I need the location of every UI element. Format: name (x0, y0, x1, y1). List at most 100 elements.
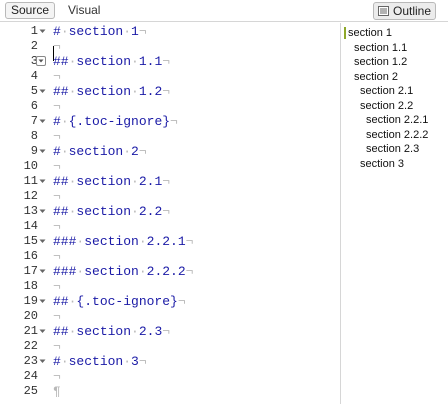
line-code[interactable]: ¬ (53, 129, 61, 144)
fold-toggle-icon[interactable] (39, 358, 46, 365)
fold-toggle-icon[interactable] (39, 328, 46, 335)
code-token: # (53, 24, 61, 39)
line-code[interactable]: ¬ (53, 279, 61, 294)
line-code[interactable]: ###·section·2.2.2¬ (53, 264, 193, 279)
line-end-marker: ¬ (53, 219, 61, 234)
code-token: ## (53, 54, 69, 69)
line-code[interactable]: ¬ (53, 309, 61, 324)
fold-toggle-icon[interactable] (36, 56, 46, 66)
fold-toggle-icon[interactable] (39, 118, 46, 125)
editor-line[interactable]: 3 ##·section·1.1¬ (0, 54, 340, 69)
fold-toggle-icon[interactable] (39, 28, 46, 35)
line-code[interactable]: ##·section·1.2¬ (53, 84, 170, 99)
line-code[interactable]: ¬ (53, 189, 61, 204)
editor-line[interactable]: 24 ¬ (0, 369, 340, 384)
editor-line[interactable]: 21 ##·section·2.3¬ (0, 324, 340, 339)
line-code[interactable]: ##·section·2.2¬ (53, 204, 170, 219)
outline-item[interactable]: section 2.3 (366, 143, 419, 156)
line-code[interactable]: ###·section·2.2.1¬ (53, 234, 193, 249)
line-code[interactable]: ¬ (53, 39, 61, 54)
outline-item[interactable]: section 3 (360, 158, 404, 171)
editor-line[interactable]: 17 ###·section·2.2.2¬ (0, 264, 340, 279)
outline-item[interactable]: section 1.2 (354, 56, 407, 69)
editor-line[interactable]: 19 ##·{.toc-ignore}¬ (0, 294, 340, 309)
editor-line[interactable]: 13 ##·section·2.2¬ (0, 204, 340, 219)
line-number: 8 (30, 129, 38, 143)
visual-mode-button[interactable]: Visual (68, 3, 100, 18)
code-token: 2.3 (138, 324, 163, 339)
line-code[interactable]: ¬ (53, 69, 61, 84)
line-code[interactable]: ¬ (53, 369, 61, 384)
line-number: 6 (30, 99, 38, 113)
line-code[interactable]: #·section·2¬ (53, 144, 147, 159)
editor-line[interactable]: 14 ¬ (0, 219, 340, 234)
code-token: section (76, 84, 132, 99)
editor-line[interactable]: 8 ¬ (0, 129, 340, 144)
source-mode-button[interactable]: Source (5, 2, 55, 19)
line-number: 20 (23, 309, 38, 323)
line-number: 4 (30, 69, 38, 83)
editor-line[interactable]: 11 ##·section·2.1¬ (0, 174, 340, 189)
editor-line[interactable]: 15 ###·section·2.2.1¬ (0, 234, 340, 249)
code-token: # (53, 114, 61, 129)
outline-item[interactable]: section 2.2.1 (366, 114, 428, 127)
editor-line[interactable]: 16 ¬ (0, 249, 340, 264)
editor-line[interactable]: 2 ¬ (0, 39, 340, 54)
line-end-marker: ¬ (53, 189, 61, 204)
line-code[interactable]: #·{.toc-ignore}¬ (53, 114, 178, 129)
code-token: section (76, 324, 132, 339)
line-code[interactable]: #·section·3¬ (53, 354, 147, 369)
source-editor[interactable]: 1 #·section·1¬ 2 ¬ 3 ##·section·1.1¬ 4 ¬ 5 ##·sec… (0, 23, 340, 404)
editor-line[interactable]: 1 #·section·1¬ (0, 24, 340, 39)
editor-line[interactable]: 23 #·section·3¬ (0, 354, 340, 369)
fold-toggle-icon[interactable] (39, 298, 46, 305)
line-end-marker: ¶ (53, 384, 61, 399)
editor-line[interactable]: 4 ¬ (0, 69, 340, 84)
outline-item[interactable]: section 2.2 (360, 100, 413, 113)
line-code[interactable]: ¬ (53, 219, 61, 234)
code-token: # (53, 144, 61, 159)
editor-line[interactable]: 12 ¬ (0, 189, 340, 204)
line-code[interactable]: ##·{.toc-ignore}¬ (53, 294, 186, 309)
code-token: 2.2.2 (146, 264, 186, 279)
code-token: 3 (131, 354, 139, 369)
outline-item[interactable]: section 2.2.2 (366, 129, 428, 142)
line-code[interactable]: #·section·1¬ (53, 24, 147, 39)
line-code[interactable]: ¬ (53, 249, 61, 264)
fold-toggle-icon[interactable] (39, 238, 46, 245)
editor-line[interactable]: 18 ¬ (0, 279, 340, 294)
fold-toggle-icon[interactable] (39, 268, 46, 275)
editor-line[interactable]: 9 #·section·2¬ (0, 144, 340, 159)
outline-item[interactable]: section 2.1 (360, 85, 413, 98)
line-code[interactable]: ¬ (53, 159, 61, 174)
line-number: 23 (23, 354, 38, 368)
line-code[interactable]: ##·section·1.1¬ (53, 54, 170, 69)
editor-line[interactable]: 7 #·{.toc-ignore}¬ (0, 114, 340, 129)
outline-item[interactable]: section 1.1 (354, 42, 407, 55)
code-token: 1.2 (138, 84, 163, 99)
editor-line[interactable]: 20 ¬ (0, 309, 340, 324)
line-end-marker: ¬ (53, 369, 61, 384)
fold-toggle-icon[interactable] (39, 148, 46, 155)
fold-toggle-icon[interactable] (39, 208, 46, 215)
editor-line[interactable]: 22 ¬ (0, 339, 340, 354)
line-code[interactable]: ¶ (53, 384, 61, 399)
editor-toolbar: Source Visual Outline (0, 0, 448, 22)
line-code[interactable]: ##·section·2.3¬ (53, 324, 170, 339)
outline-item[interactable]: section 2 (354, 71, 398, 84)
fold-toggle-icon[interactable] (39, 88, 46, 95)
editor-line[interactable]: 5 ##·section·1.2¬ (0, 84, 340, 99)
editor-line[interactable]: 6 ¬ (0, 99, 340, 114)
line-code[interactable]: ##·section·2.1¬ (53, 174, 170, 189)
outline-toggle-button[interactable]: Outline (373, 2, 436, 20)
fold-toggle-icon[interactable] (39, 178, 46, 185)
line-code[interactable]: ¬ (53, 339, 61, 354)
editor-line[interactable]: 25 ¶ (0, 384, 340, 399)
line-code[interactable]: ¬ (53, 99, 61, 114)
line-end-marker: ¬ (170, 114, 178, 129)
outline-item[interactable]: section 1 (348, 27, 392, 40)
editor-line[interactable]: 10 ¬ (0, 159, 340, 174)
code-token: ## (53, 324, 69, 339)
line-end-marker: ¬ (162, 84, 171, 99)
line-end-marker: ¬ (162, 54, 171, 69)
